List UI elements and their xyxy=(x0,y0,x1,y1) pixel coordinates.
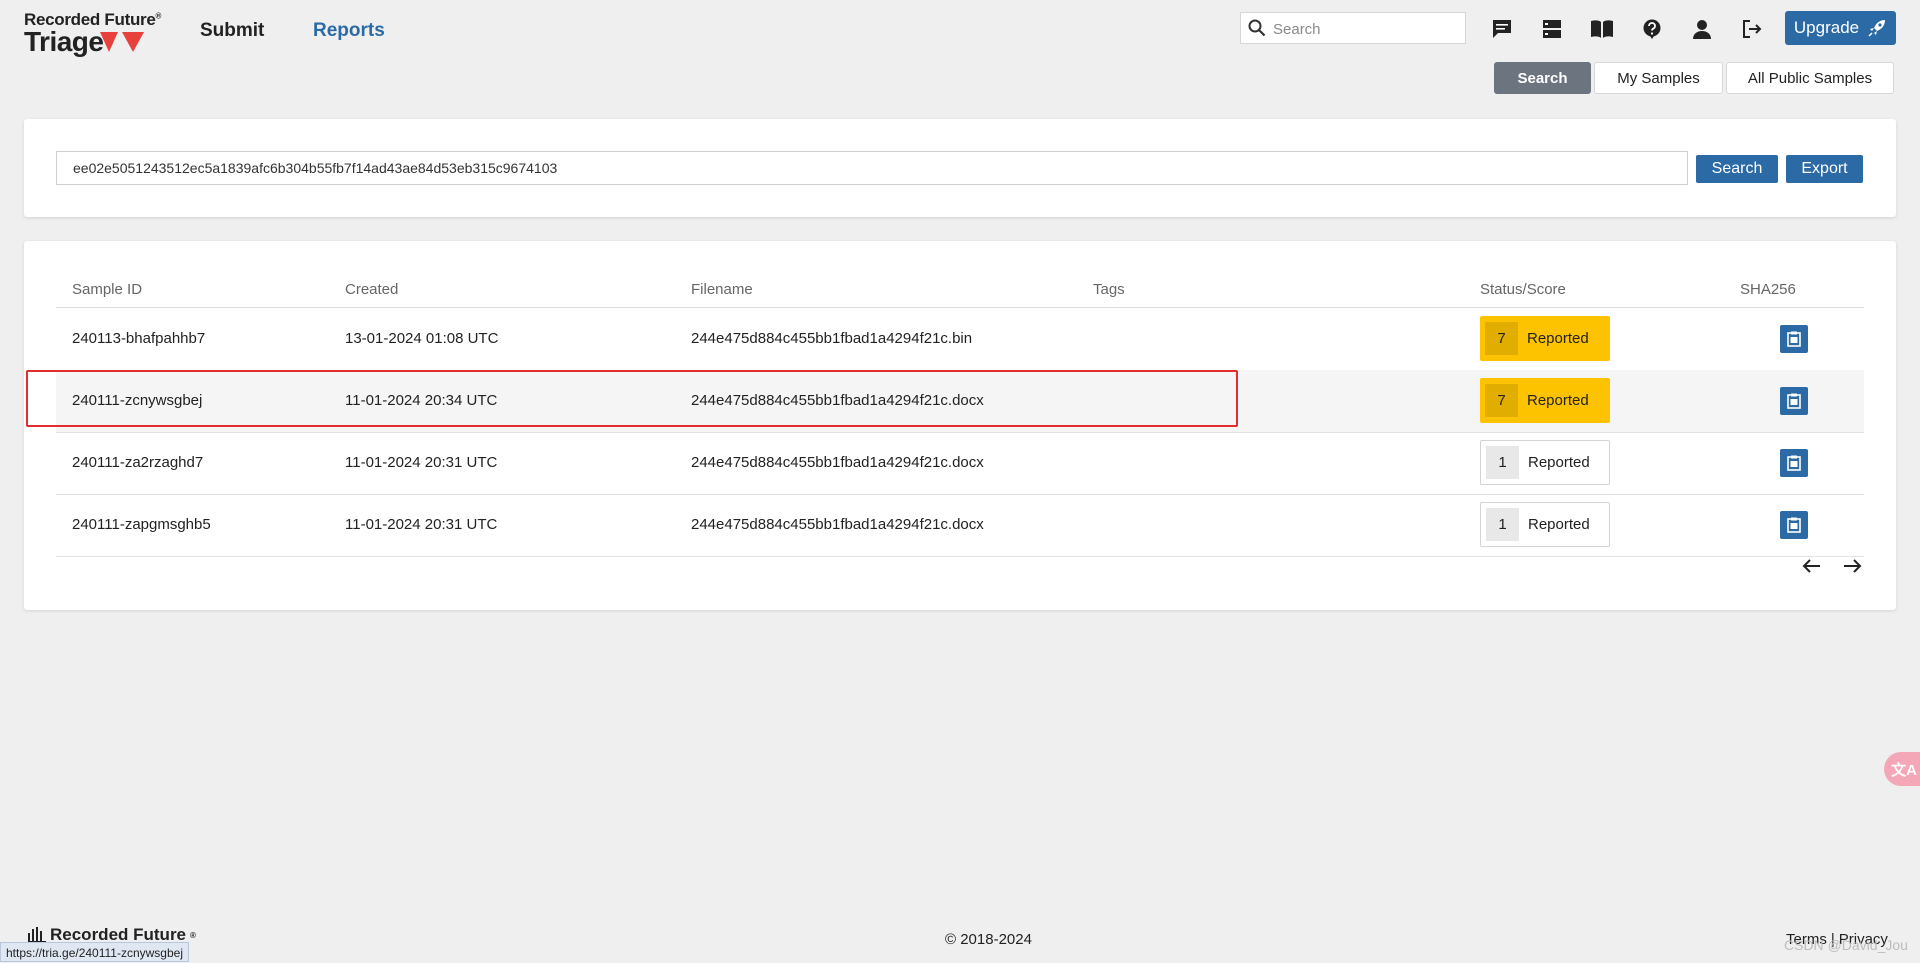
table-header: Sample ID Created Filename Tags Status/S… xyxy=(56,277,1864,308)
status-badge[interactable]: 7 Reported xyxy=(1480,378,1610,423)
created-date: 11-01-2024 20:34 UTC xyxy=(345,392,498,409)
status-badge[interactable]: 7 Reported xyxy=(1480,316,1610,361)
created-date: 13-01-2024 01:08 UTC xyxy=(345,330,499,347)
top-search-input[interactable] xyxy=(1271,16,1461,42)
search-icon xyxy=(1248,19,1266,37)
next-page-button[interactable] xyxy=(1840,555,1864,577)
upgrade-button[interactable]: Upgrade xyxy=(1785,11,1896,45)
user-icon[interactable] xyxy=(1688,15,1716,43)
status-label: Reported xyxy=(1527,330,1589,347)
top-search-box xyxy=(1240,12,1466,44)
logo-product: Triage xyxy=(24,26,104,57)
copy-sha256-button[interactable] xyxy=(1780,511,1808,539)
nav-submit[interactable]: Submit xyxy=(200,20,264,42)
col-status-score[interactable]: Status/Score xyxy=(1480,281,1566,298)
prev-page-button[interactable] xyxy=(1800,555,1824,577)
sample-id[interactable]: 240113-bhafpahhb7 xyxy=(72,330,205,347)
col-tags: Tags xyxy=(1093,281,1125,298)
sample-tabs: Search My Samples All Public Samples xyxy=(1494,62,1894,94)
watermark: CSDN @David_Jou xyxy=(1784,937,1908,953)
score-value: 1 xyxy=(1486,508,1519,541)
tab-search[interactable]: Search xyxy=(1494,62,1591,94)
help-icon[interactable] xyxy=(1638,15,1666,43)
rocket-icon xyxy=(1868,20,1886,37)
table-row[interactable]: 240113-bhafpahhb7 13-01-2024 01:08 UTC 2… xyxy=(56,308,1864,371)
chat-icon[interactable] xyxy=(1488,15,1516,43)
nav-reports[interactable]: Reports xyxy=(313,20,385,42)
logout-icon[interactable] xyxy=(1738,15,1766,43)
col-created[interactable]: Created xyxy=(345,281,398,298)
created-date: 11-01-2024 20:31 UTC xyxy=(345,516,498,533)
triage-logo[interactable]: Recorded Future® Triage xyxy=(24,10,164,57)
sample-id[interactable]: 240111-zapgmsghb5 xyxy=(72,516,211,533)
table-row[interactable]: 240111-zapgmsghb5 11-01-2024 20:31 UTC 2… xyxy=(56,494,1864,557)
tab-all-public-samples[interactable]: All Public Samples xyxy=(1726,62,1894,94)
filename: 244e475d884c455bb1fbad1a4294f21c.docx xyxy=(691,454,984,471)
copy-sha256-button[interactable] xyxy=(1780,325,1808,353)
book-icon[interactable] xyxy=(1588,15,1616,43)
status-badge[interactable]: 1 Reported xyxy=(1480,440,1610,485)
search-button[interactable]: Search xyxy=(1696,155,1778,183)
copyright: © 2018-2024 xyxy=(945,931,1032,948)
sample-id[interactable]: 240111-zcnywsgbej xyxy=(72,392,202,409)
col-sha256: SHA256 xyxy=(1740,281,1796,298)
logo-mark-icon xyxy=(100,32,144,52)
copy-sha256-button[interactable] xyxy=(1780,449,1808,477)
col-sample-id[interactable]: Sample ID xyxy=(72,281,142,298)
arrow-right-icon xyxy=(1844,559,1862,573)
recorded-future-mark-icon xyxy=(28,927,46,943)
created-date: 11-01-2024 20:31 UTC xyxy=(345,454,498,471)
browser-status-url: https://tria.ge/240111-zcnywsgbej xyxy=(0,942,189,962)
status-label: Reported xyxy=(1527,392,1589,409)
status-label: Reported xyxy=(1528,454,1590,471)
score-value: 7 xyxy=(1485,322,1518,355)
arrow-left-icon xyxy=(1802,559,1820,573)
upgrade-label: Upgrade xyxy=(1793,18,1860,37)
translate-icon[interactable]: 文A xyxy=(1884,752,1920,786)
status-badge[interactable]: 1 Reported xyxy=(1480,502,1610,547)
hash-search-input[interactable] xyxy=(56,151,1688,185)
sample-id[interactable]: 240111-za2rzaghd7 xyxy=(72,454,203,471)
table-row[interactable]: 240111-zcnywsgbej 11-01-2024 20:34 UTC 2… xyxy=(56,370,1864,433)
filename: 244e475d884c455bb1fbad1a4294f21c.docx xyxy=(691,392,984,409)
clipboard-icon xyxy=(1787,331,1801,347)
search-card: Search Export xyxy=(24,119,1896,217)
score-value: 1 xyxy=(1486,446,1519,479)
status-label: Reported xyxy=(1528,516,1590,533)
filename: 244e475d884c455bb1fbad1a4294f21c.docx xyxy=(691,516,984,533)
server-icon[interactable] xyxy=(1538,15,1566,43)
tab-my-samples[interactable]: My Samples xyxy=(1594,62,1723,94)
table-row[interactable]: 240111-za2rzaghd7 11-01-2024 20:31 UTC 2… xyxy=(56,432,1864,495)
filename: 244e475d884c455bb1fbad1a4294f21c.bin xyxy=(691,330,973,347)
clipboard-icon xyxy=(1787,517,1801,533)
copy-sha256-button[interactable] xyxy=(1780,387,1808,415)
clipboard-icon xyxy=(1787,393,1801,409)
export-button[interactable]: Export xyxy=(1786,155,1863,183)
col-filename[interactable]: Filename xyxy=(691,281,753,298)
results-card: Sample ID Created Filename Tags Status/S… xyxy=(24,241,1896,610)
clipboard-icon xyxy=(1787,455,1801,471)
score-value: 7 xyxy=(1485,384,1518,417)
